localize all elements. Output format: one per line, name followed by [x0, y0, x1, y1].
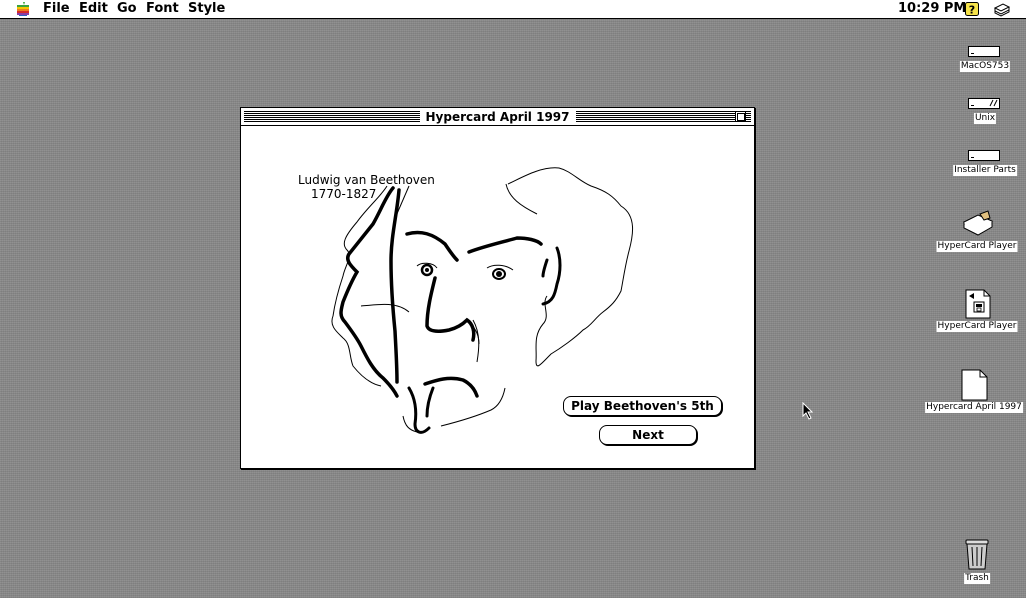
help-icon[interactable]: ?	[964, 1, 980, 17]
hard-disk-icon	[968, 98, 1000, 109]
hypercard-stack-icon	[962, 210, 994, 236]
apple-icon[interactable]	[15, 1, 31, 17]
menu-file[interactable]: File	[43, 2, 70, 16]
play-beethoven-button[interactable]: Play Beethoven's 5th	[563, 396, 722, 416]
trash-icon	[965, 539, 989, 570]
hard-disk-icon	[968, 46, 1000, 57]
card-area: Ludwig van Beethoven 1770-1827 Play Beet…	[241, 126, 754, 468]
window-title: Hypercard April 1997	[419, 109, 576, 125]
desktop-icon-label: MacOS753	[959, 61, 1011, 72]
hypercard-app-icon[interactable]	[993, 2, 1011, 17]
menu-font[interactable]: Font	[146, 2, 179, 16]
menu-go[interactable]: Go	[117, 2, 137, 16]
zoom-box-icon[interactable]	[735, 111, 746, 122]
menu-edit[interactable]: Edit	[79, 2, 108, 16]
next-button[interactable]: Next	[599, 425, 697, 445]
hard-disk-icon	[968, 150, 1000, 161]
mouse-pointer-icon	[802, 402, 814, 420]
menu-clock[interactable]: 10:29 PM	[898, 2, 966, 16]
desktop-icon-label: Installer Parts	[953, 165, 1017, 176]
desktop-icon-label: Unix	[973, 113, 997, 124]
hypercard-application-icon	[965, 289, 991, 319]
hypercard-window: Hypercard April 1997 Ludwig van Beethove…	[240, 107, 755, 469]
desktop-icon-label: HyperCard Player	[936, 321, 1018, 332]
window-title-bar[interactable]: Hypercard April 1997	[241, 108, 754, 126]
desktop-icon-label: HyperCard Player	[936, 241, 1018, 252]
desktop-icon-label: Trash	[964, 573, 990, 584]
menu-style[interactable]: Style	[188, 2, 225, 16]
desktop-icon-label: Hypercard April 1997	[925, 402, 1023, 413]
document-icon	[961, 369, 988, 401]
beethoven-portrait-drawing	[331, 167, 633, 434]
svg-text:?: ?	[969, 4, 975, 17]
menu-bar: File Edit Go Font Style 10:29 PM ?	[0, 0, 1026, 19]
